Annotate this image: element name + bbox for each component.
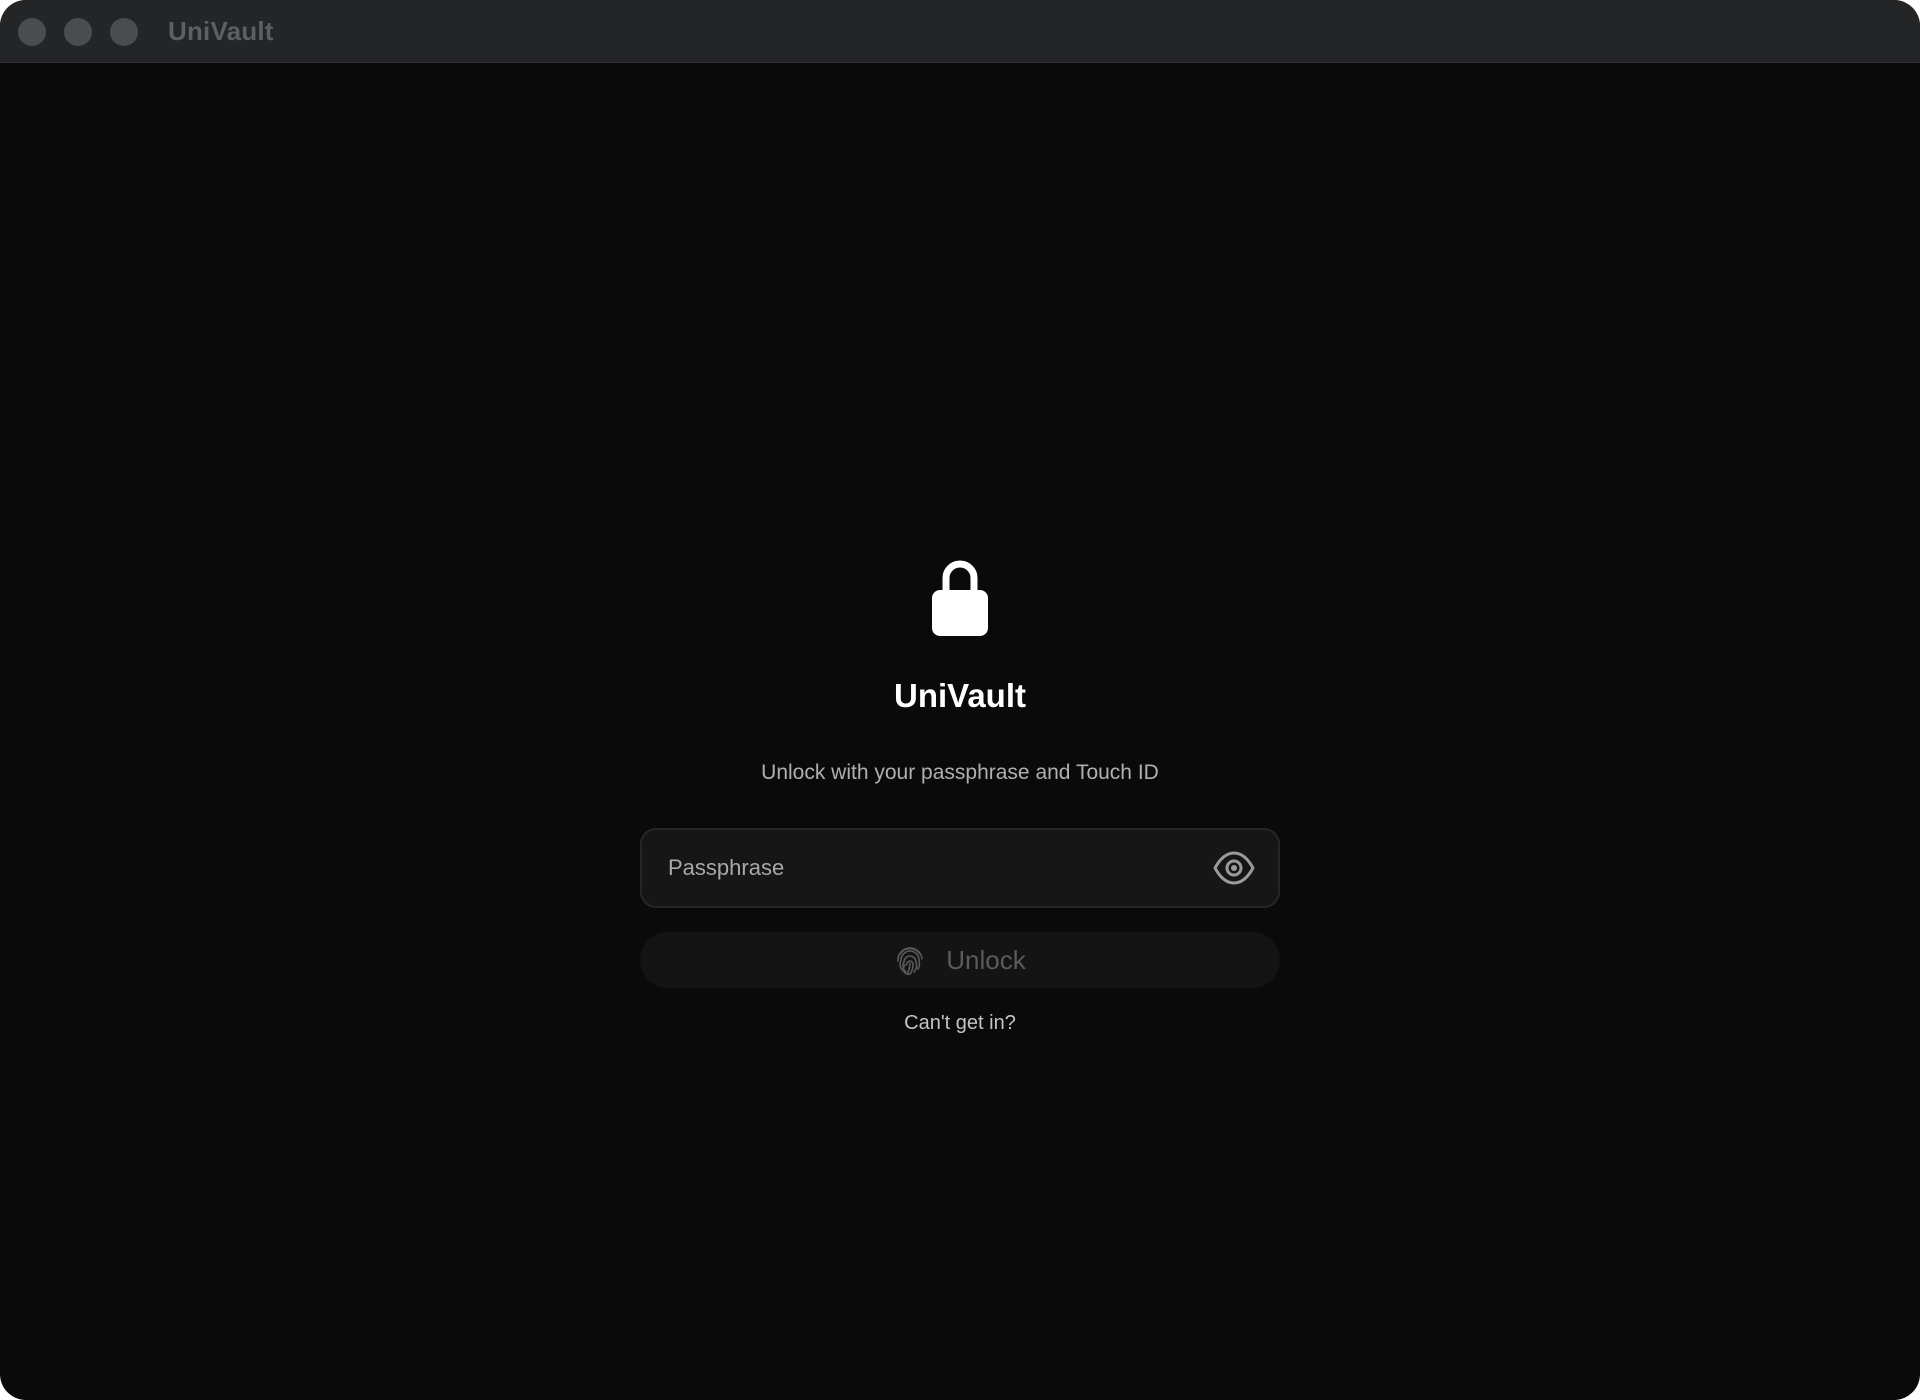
passphrase-input[interactable] xyxy=(668,830,1188,906)
minimize-window-button[interactable] xyxy=(64,18,92,46)
lock-screen: UniVault Unlock with your passphrase and… xyxy=(0,63,1920,1400)
cant-get-in-link[interactable]: Can't get in? xyxy=(0,1012,1920,1035)
fingerprint-icon xyxy=(897,947,924,976)
lock-icon xyxy=(932,560,988,636)
unlock-button[interactable]: Unlock xyxy=(640,932,1280,988)
passphrase-field[interactable] xyxy=(640,828,1280,908)
app-name: UniVault xyxy=(893,677,1027,714)
unlock-instructions: Unlock with your passphrase and Touch ID xyxy=(761,761,1159,784)
title-bar[interactable]: UniVault xyxy=(0,0,1920,63)
zoom-window-button[interactable] xyxy=(110,18,138,46)
close-window-button[interactable] xyxy=(18,18,46,46)
window-title: UniVault xyxy=(168,16,274,46)
eye-icon[interactable] xyxy=(1212,849,1256,887)
unlock-button-label: Unlock xyxy=(946,944,1026,975)
app-window: UniVault UniVault Unlock with your passp… xyxy=(0,0,1920,1400)
